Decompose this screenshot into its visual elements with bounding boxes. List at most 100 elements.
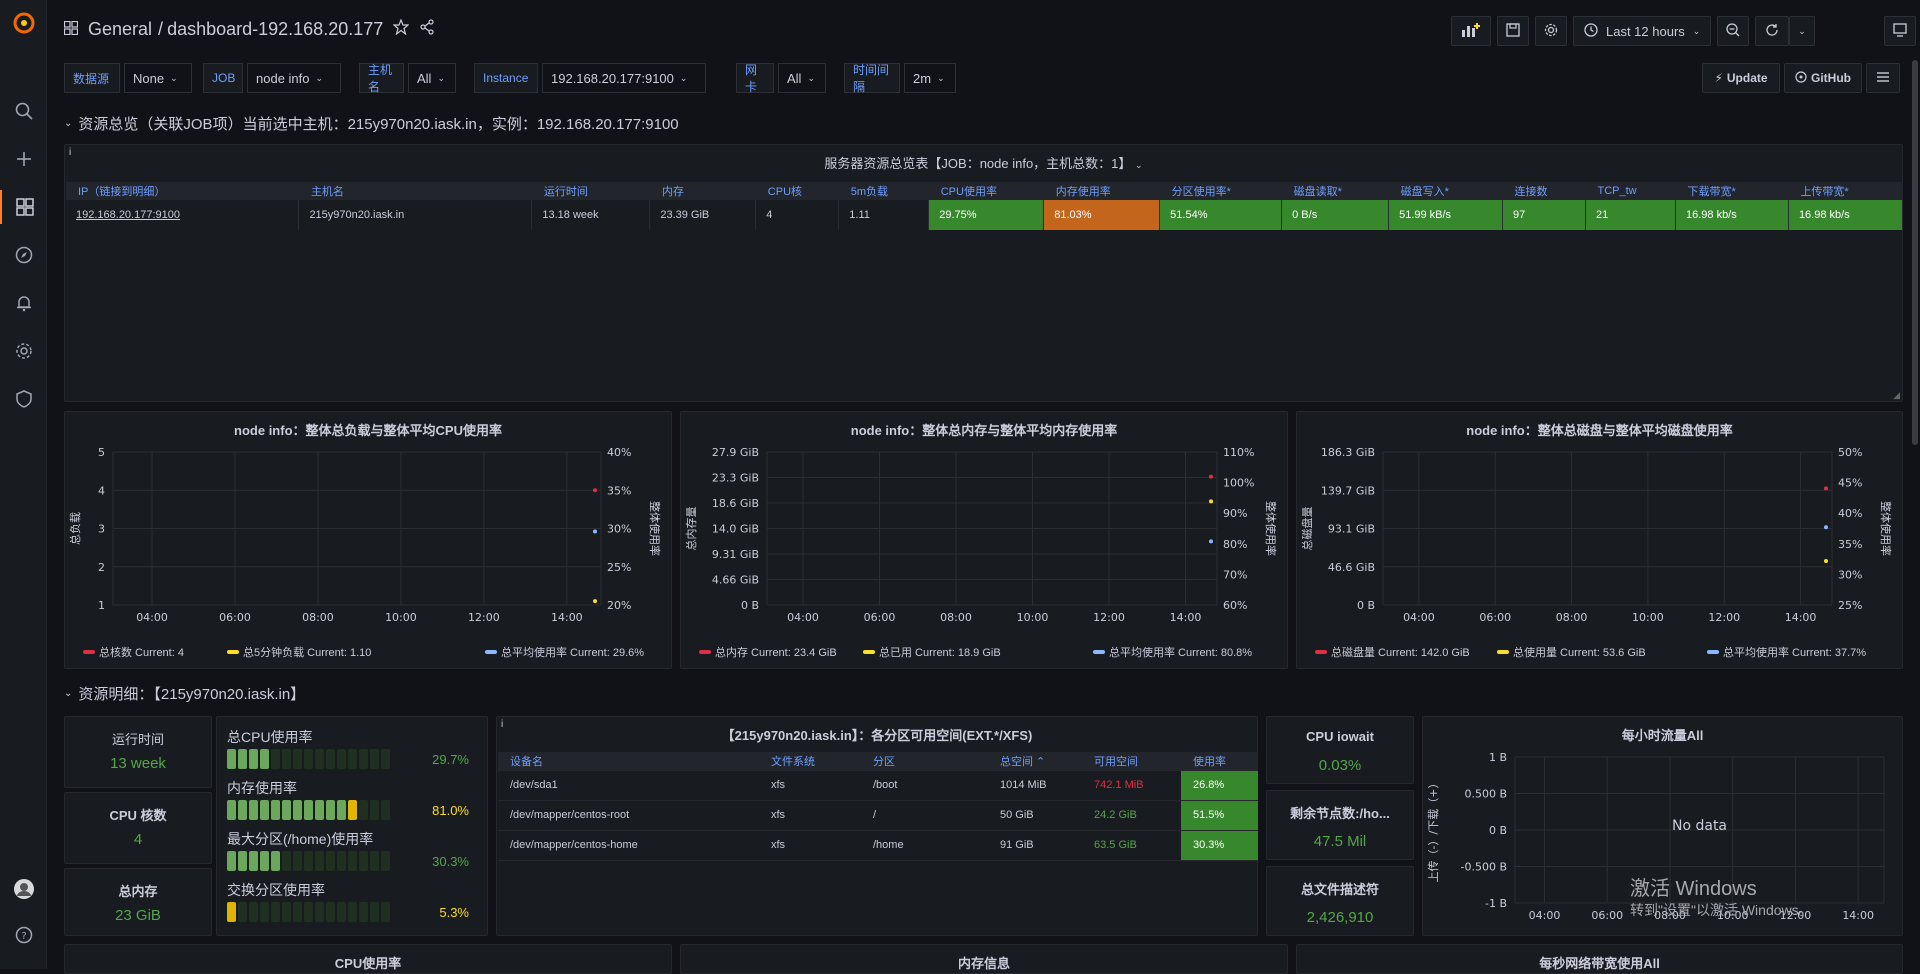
variable-select-instance[interactable]: 192.168.20.177:9100⌄ bbox=[542, 63, 706, 93]
variable-select-datasource[interactable]: None⌄ bbox=[124, 63, 192, 93]
column-header[interactable]: 使用率 bbox=[1181, 752, 1258, 770]
column-header[interactable]: 5m负载 bbox=[839, 182, 929, 200]
stat-label[interactable]: CPU iowait bbox=[1267, 729, 1413, 744]
gauge-segment bbox=[304, 851, 313, 871]
breadcrumb-folder[interactable]: General bbox=[88, 19, 152, 40]
panel-title[interactable]: 每秒网络带宽使用All bbox=[1297, 953, 1902, 972]
user-avatar-icon[interactable] bbox=[0, 872, 47, 906]
stat-label[interactable]: 剩余节点数:/ho... bbox=[1267, 803, 1413, 822]
variable-select-nic[interactable]: All⌄ bbox=[778, 63, 826, 93]
column-header[interactable]: 分区使用率* bbox=[1160, 182, 1282, 200]
legend-item[interactable]: 总内存 Current: 23.4 GiB bbox=[699, 644, 837, 660]
x-tick-label: 04:00 bbox=[1403, 611, 1435, 624]
table-cell-mem-usage: 81.03% bbox=[1044, 200, 1160, 230]
y-tick-label: 0 B bbox=[741, 599, 759, 612]
dashboard-links-menu-button[interactable] bbox=[1866, 63, 1900, 93]
column-header[interactable]: 文件系统 bbox=[759, 752, 861, 770]
row-header-overview[interactable]: ⌄ 资源总览（关联JOB项）当前选中主机：215y970n20.iask.in，… bbox=[64, 113, 679, 134]
tv-mode-button[interactable] bbox=[1884, 16, 1916, 46]
column-header[interactable]: 分区 bbox=[861, 752, 988, 770]
row-header-details[interactable]: ⌄ 资源明细：【215y970n20.iask.in】 bbox=[64, 683, 305, 704]
legend-item[interactable]: 总核数 Current: 4 bbox=[83, 644, 184, 660]
dashboard-settings-button[interactable] bbox=[1535, 16, 1567, 46]
column-header[interactable]: 内存使用率 bbox=[1044, 182, 1160, 200]
search-icon[interactable] bbox=[0, 94, 47, 128]
variable-select-job[interactable]: node info⌄ bbox=[247, 63, 341, 93]
ip-link-cell[interactable]: 192.168.20.177:9100 bbox=[66, 200, 299, 230]
stat-label[interactable]: 总内存 bbox=[65, 881, 211, 900]
settings-gear-icon[interactable] bbox=[0, 334, 47, 368]
refresh-button[interactable] bbox=[1755, 16, 1789, 46]
refresh-interval-dropdown[interactable]: ⌄ bbox=[1789, 16, 1815, 46]
save-dashboard-button[interactable] bbox=[1497, 16, 1529, 46]
dashboard-title[interactable]: dashboard-192.168.20.177 bbox=[167, 19, 383, 40]
legend-item[interactable]: 总平均使用率 Current: 37.7% bbox=[1707, 644, 1866, 660]
shield-icon[interactable] bbox=[0, 382, 47, 416]
column-header[interactable]: 磁盘写入* bbox=[1389, 182, 1503, 200]
add-panel-button[interactable] bbox=[1451, 16, 1491, 46]
variable-select-hostname[interactable]: All⌄ bbox=[408, 63, 456, 93]
alerting-bell-icon[interactable] bbox=[0, 286, 47, 320]
column-header[interactable]: 运行时间 bbox=[532, 182, 650, 200]
column-header[interactable]: 设备名 bbox=[498, 752, 759, 770]
chart-disk[interactable]: 186.3 GiB139.7 GiB93.1 GiB46.6 GiB0 B50%… bbox=[1297, 440, 1904, 640]
share-icon[interactable] bbox=[419, 19, 435, 40]
stat-label[interactable]: 总文件描述符 bbox=[1267, 879, 1413, 898]
panel-title[interactable]: node info：整体总磁盘与整体平均磁盘使用率 bbox=[1297, 420, 1902, 439]
legend-item[interactable]: 总平均使用率 Current: 80.8% bbox=[1093, 644, 1252, 660]
stat-label[interactable]: CPU 核数 bbox=[65, 805, 211, 824]
ip-link[interactable]: 192.168.20.177:9100 bbox=[76, 209, 180, 221]
gauge-segment bbox=[381, 902, 390, 922]
legend-item[interactable]: 总使用量 Current: 53.6 GiB bbox=[1497, 644, 1646, 660]
chart-load-cpu[interactable]: 5432140%35%30%25%20%整体使用率总负载04:0006:0008… bbox=[65, 440, 673, 640]
chart-memory[interactable]: 27.9 GiB23.3 GiB18.6 GiB14.0 GiB9.31 GiB… bbox=[681, 440, 1289, 640]
y-tick-label: 186.3 GiB bbox=[1321, 446, 1375, 459]
dashboards-icon[interactable] bbox=[0, 190, 47, 224]
column-header[interactable]: 内存 bbox=[650, 182, 756, 200]
explore-compass-icon[interactable] bbox=[0, 238, 47, 272]
scrollbar-thumb[interactable] bbox=[1912, 60, 1918, 445]
x-tick-label: 06:00 bbox=[219, 611, 251, 624]
panel-title[interactable]: node info：整体总负载与整体平均CPU使用率 bbox=[65, 420, 671, 439]
column-header[interactable]: CPU使用率 bbox=[929, 182, 1044, 200]
help-icon[interactable]: ? bbox=[0, 918, 47, 952]
table-cell: 50 GiB bbox=[988, 800, 1082, 830]
gauge-segment bbox=[249, 800, 258, 820]
y-tick-label: -0.500 B bbox=[1460, 861, 1507, 874]
legend-item[interactable]: 总5分钟负载 Current: 1.10 bbox=[227, 644, 371, 660]
column-header[interactable]: 主机名 bbox=[299, 182, 532, 200]
column-header[interactable]: CPU核 bbox=[756, 182, 839, 200]
gauge-segment bbox=[271, 851, 280, 871]
panel-title[interactable]: 内存信息 bbox=[681, 953, 1287, 972]
legend-item[interactable]: 总已用 Current: 18.9 GiB bbox=[863, 644, 1001, 660]
plus-icon[interactable] bbox=[0, 142, 47, 176]
column-header[interactable]: 连接数 bbox=[1503, 182, 1586, 200]
gauge-segment bbox=[348, 749, 357, 769]
update-link-button[interactable]: ⚡Update bbox=[1702, 63, 1780, 93]
panel-title[interactable]: CPU使用率 bbox=[65, 953, 671, 972]
column-header[interactable]: IP（链接到明细） bbox=[66, 182, 299, 200]
legend-item[interactable]: 总平均使用率 Current: 29.6% bbox=[485, 644, 644, 660]
panel-title[interactable]: 每小时流量All bbox=[1423, 725, 1902, 744]
gauge-label: 内存使用率 bbox=[227, 778, 297, 798]
column-header[interactable]: TCP_tw bbox=[1586, 182, 1676, 200]
column-header[interactable]: 可用空间 bbox=[1082, 752, 1181, 770]
legend-item[interactable]: 总磁盘量 Current: 142.0 GiB bbox=[1315, 644, 1470, 660]
zoom-out-button[interactable] bbox=[1717, 16, 1749, 46]
column-header[interactable]: 磁盘读取* bbox=[1282, 182, 1389, 200]
column-header[interactable]: 总空间 ⌃ bbox=[988, 752, 1082, 770]
panel-title[interactable]: 【215y970n20.iask.in】：各分区可用空间(EXT.*/XFS) bbox=[497, 725, 1257, 744]
y-axis-label: 上传（-）/下载（+） bbox=[1427, 778, 1440, 883]
resize-handle-icon[interactable]: ◢ bbox=[1893, 390, 1900, 401]
star-icon[interactable] bbox=[393, 19, 409, 40]
variable-select-interval[interactable]: 2m⌄ bbox=[904, 63, 956, 93]
panel-title[interactable]: node info：整体总内存与整体平均内存使用率 bbox=[681, 420, 1287, 439]
github-link-button[interactable]: GitHub bbox=[1784, 63, 1862, 93]
variable-value: 2m bbox=[913, 71, 931, 86]
column-header[interactable]: 下载带宽* bbox=[1675, 182, 1788, 200]
time-range-picker[interactable]: Last 12 hours ⌄ bbox=[1573, 16, 1711, 46]
stat-label[interactable]: 运行时间 bbox=[65, 729, 211, 748]
column-header[interactable]: 上传带宽* bbox=[1788, 182, 1902, 200]
grafana-logo-icon[interactable] bbox=[0, 6, 47, 40]
panel-title[interactable]: 服务器资源总览表【JOB：node info，主机总数：1】 ⌄ bbox=[65, 153, 1902, 172]
